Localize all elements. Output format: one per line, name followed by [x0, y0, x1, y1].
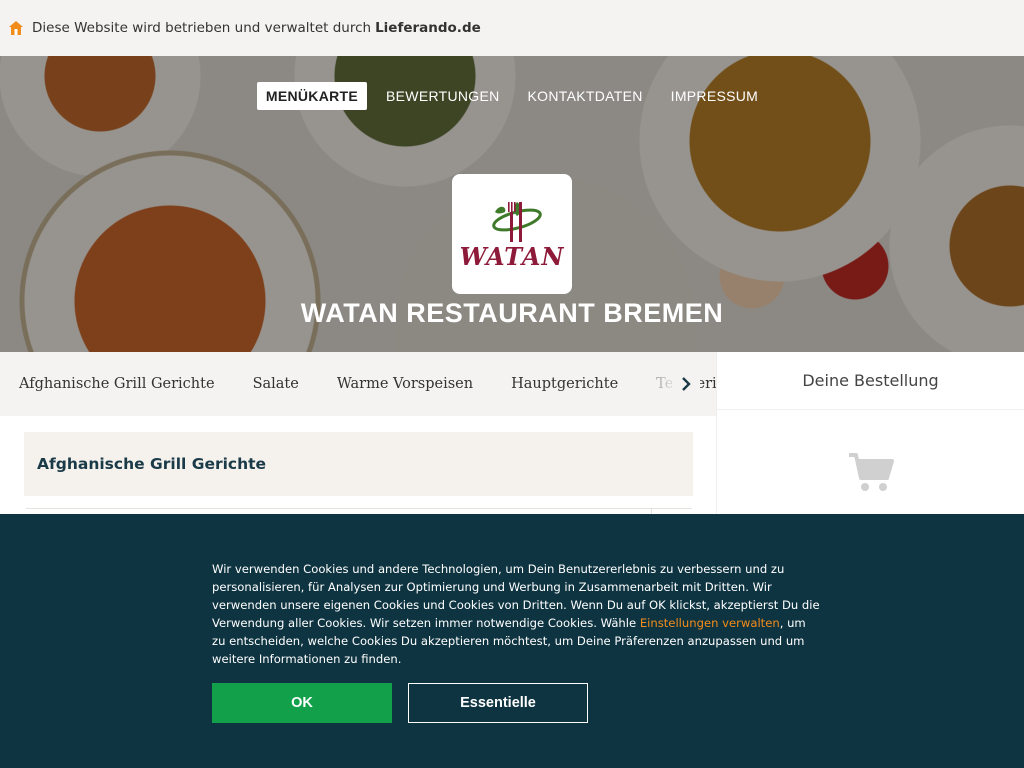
nav-kontaktdaten[interactable]: KONTAKTDATEN — [519, 82, 652, 110]
main-nav: MENÜKARTE BEWERTUNGEN KONTAKTDATEN IMPRE… — [0, 82, 1024, 110]
category-bar: Afghanische Grill Gerichte Salate Warme … — [0, 352, 716, 416]
nav-bewertungen[interactable]: BEWERTUNGEN — [377, 82, 509, 110]
category-hauptgerichte[interactable]: Hauptgerichte — [511, 376, 618, 392]
section-header: Afghanische Grill Gerichte — [24, 432, 693, 496]
cookie-essential-button[interactable]: Essentielle — [408, 683, 588, 723]
operator-bar: Diese Website wird betrieben und verwalt… — [0, 0, 1024, 56]
operator-text: Diese Website wird betrieben und verwalt… — [32, 20, 372, 36]
category-afghanische-grill-gerichte[interactable]: Afghanische Grill Gerichte — [19, 376, 215, 392]
cookie-settings-link[interactable]: Einstellungen verwalten — [640, 616, 780, 630]
category-next-button[interactable] — [672, 370, 700, 398]
cookie-ok-button[interactable]: OK — [212, 683, 392, 723]
order-title: Deine Bestellung — [717, 352, 1024, 410]
chevron-right-icon — [682, 377, 691, 391]
logo-text: WATAN — [459, 241, 565, 271]
cookie-banner: Wir verwenden Cookies und andere Technol… — [0, 514, 1024, 768]
restaurant-name: WATAN RESTAURANT BREMEN — [300, 298, 724, 328]
cookie-text: Wir verwenden Cookies und andere Technol… — [212, 560, 822, 668]
fork-knife-icon — [492, 201, 542, 242]
shopping-cart-icon — [847, 452, 895, 498]
category-fade — [620, 352, 680, 416]
category-warme-vorspeisen[interactable]: Warme Vorspeisen — [337, 376, 473, 392]
home-icon — [8, 20, 24, 36]
nav-impressum[interactable]: IMPRESSUM — [662, 82, 768, 110]
nav-menukarte[interactable]: MENÜKARTE — [256, 82, 368, 110]
operator-link[interactable]: Lieferando.de — [375, 20, 481, 36]
section-title: Afghanische Grill Gerichte — [37, 455, 267, 473]
hero-banner: MENÜKARTE BEWERTUNGEN KONTAKTDATEN IMPRE… — [0, 56, 1024, 352]
restaurant-logo: WATAN — [452, 174, 572, 294]
category-salate[interactable]: Salate — [253, 376, 299, 392]
